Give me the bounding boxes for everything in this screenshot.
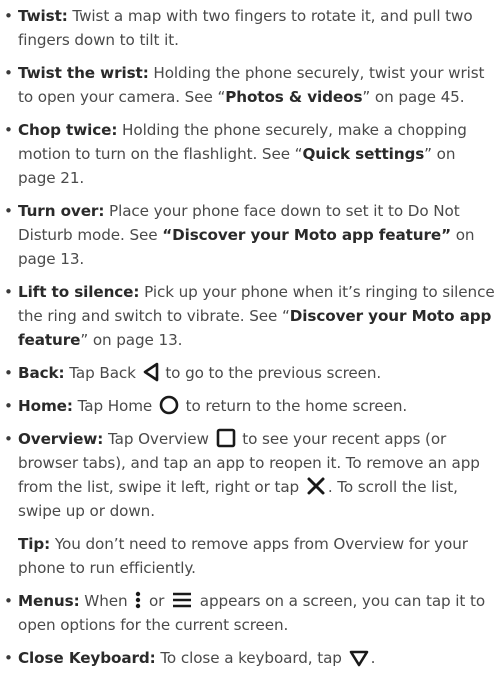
desc-twist-wrist-2: ” on page 45. xyxy=(362,88,465,106)
menu-vertical-dots-icon xyxy=(134,590,142,610)
back-triangle-icon xyxy=(143,362,159,382)
desc-lift-2: ” on page 13. xyxy=(80,331,183,349)
keyboard-close-triangle-icon xyxy=(349,649,369,667)
bullet: • xyxy=(4,7,13,25)
bullet: • xyxy=(4,649,13,667)
tip-label: Tip: xyxy=(18,535,51,553)
bullet: • xyxy=(4,121,13,139)
bullet: • xyxy=(4,397,13,415)
overview-square-icon xyxy=(216,428,236,448)
term-back: Back: xyxy=(18,364,65,382)
list-item-twist: • Twist: Twist a map with two fingers to… xyxy=(4,4,496,52)
ref-discover-moto: “Discover your Moto app feature” xyxy=(162,226,451,244)
desc-back-2: to go to the previous screen. xyxy=(160,364,382,382)
desc-close-keyboard-2: . xyxy=(370,649,376,667)
desc-twist: Twist a map with two fingers to rotate i… xyxy=(18,7,473,49)
tip-paragraph: Tip: You don’t need to remove apps from … xyxy=(4,532,496,580)
desc-menus-2: or xyxy=(144,592,165,610)
desc-back-1: Tap Back xyxy=(64,364,136,382)
tip-text: You don’t need to remove apps from Overv… xyxy=(18,535,468,577)
term-turn-over: Turn over: xyxy=(18,202,105,220)
ref-quick-settings: Quick settings xyxy=(302,145,425,163)
list-item-chop: • Chop twice: Holding the phone securely… xyxy=(4,118,496,190)
close-x-icon xyxy=(306,476,326,496)
term-twist-wrist: Twist the wrist: xyxy=(18,64,149,82)
term-home: Home: xyxy=(18,397,73,415)
list-item-lift: • Lift to silence: Pick up your phone wh… xyxy=(4,280,496,352)
term-chop: Chop twice: xyxy=(18,121,118,139)
bullet: • xyxy=(4,364,13,382)
list-item-overview: • Overview: Tap Overview to see your rec… xyxy=(4,427,496,523)
desc-home-1: Tap Home xyxy=(72,397,153,415)
list-item-back: • Back: Tap Back to go to the previous s… xyxy=(4,361,496,385)
term-menus: Menus: xyxy=(18,592,80,610)
desc-overview-1: Tap Overview xyxy=(103,430,209,448)
list-item-home: • Home: Tap Home to return to the home s… xyxy=(4,394,496,418)
list-item-menus: • Menus: When or appears on a screen, yo… xyxy=(4,589,496,637)
list-item-turn-over: • Turn over: Place your phone face down … xyxy=(4,199,496,271)
ref-photos-videos: Photos & videos xyxy=(225,88,363,106)
bullet: • xyxy=(4,283,13,301)
bullet: • xyxy=(4,592,13,610)
term-overview: Overview: xyxy=(18,430,104,448)
desc-home-2: to return to the home screen. xyxy=(180,397,408,415)
term-twist: Twist: xyxy=(18,7,68,25)
bullet: • xyxy=(4,64,13,82)
menu-lines-icon xyxy=(171,590,193,610)
bullet: • xyxy=(4,202,13,220)
list-item-twist-wrist: • Twist the wrist: Holding the phone sec… xyxy=(4,61,496,109)
bullet: • xyxy=(4,430,13,448)
home-circle-icon xyxy=(159,395,179,415)
manual-page: • Twist: Twist a map with two fingers to… xyxy=(0,0,500,670)
list-item-close-keyboard: • Close Keyboard: To close a keyboard, t… xyxy=(4,646,496,670)
desc-close-keyboard-1: To close a keyboard, tap xyxy=(155,649,342,667)
desc-menus-1: When xyxy=(79,592,128,610)
term-close-keyboard: Close Keyboard: xyxy=(18,649,156,667)
term-lift: Lift to silence: xyxy=(18,283,140,301)
